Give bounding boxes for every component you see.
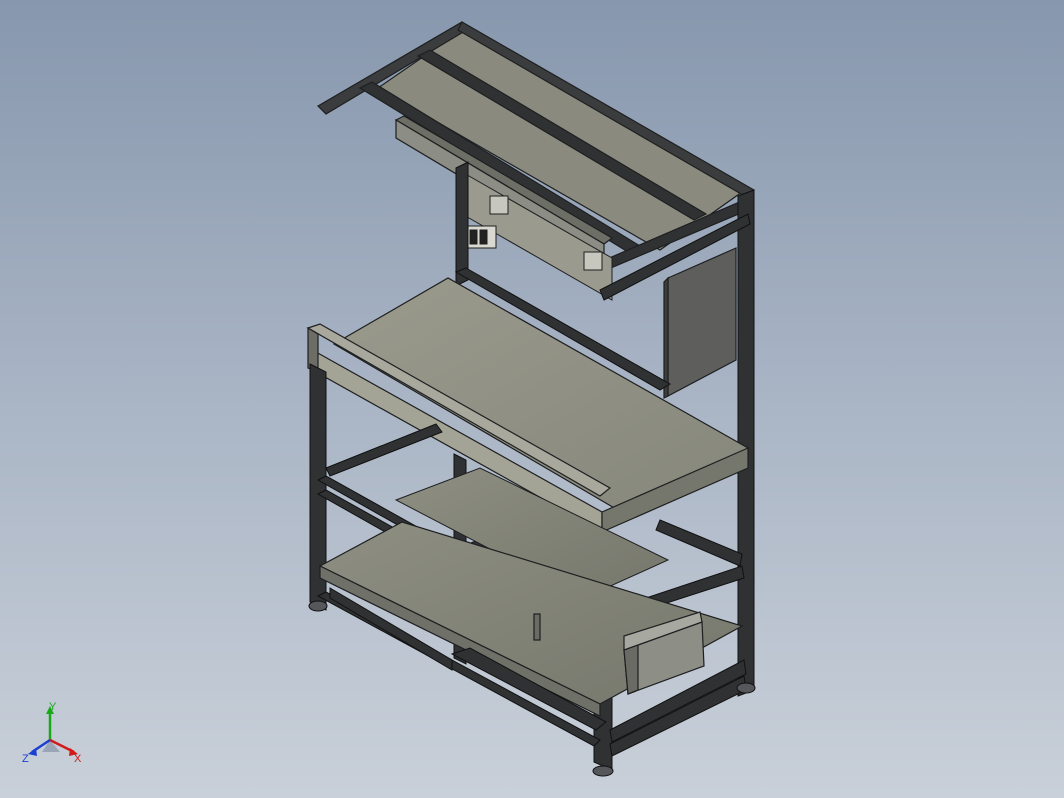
z-arrow-icon bbox=[28, 748, 37, 756]
z-axis-label: Z bbox=[22, 753, 29, 765]
connector-left bbox=[489, 195, 509, 215]
workbench-3d-model[interactable] bbox=[0, 0, 1064, 798]
y-axis-label: Y bbox=[49, 702, 57, 713]
coordinate-triad[interactable]: Y X Z bbox=[18, 702, 88, 772]
x-axis-label: X bbox=[74, 753, 82, 765]
connector-right bbox=[583, 251, 603, 271]
side-monitor-panel bbox=[663, 247, 737, 399]
cad-viewport[interactable]: Y X Z bbox=[0, 0, 1064, 798]
